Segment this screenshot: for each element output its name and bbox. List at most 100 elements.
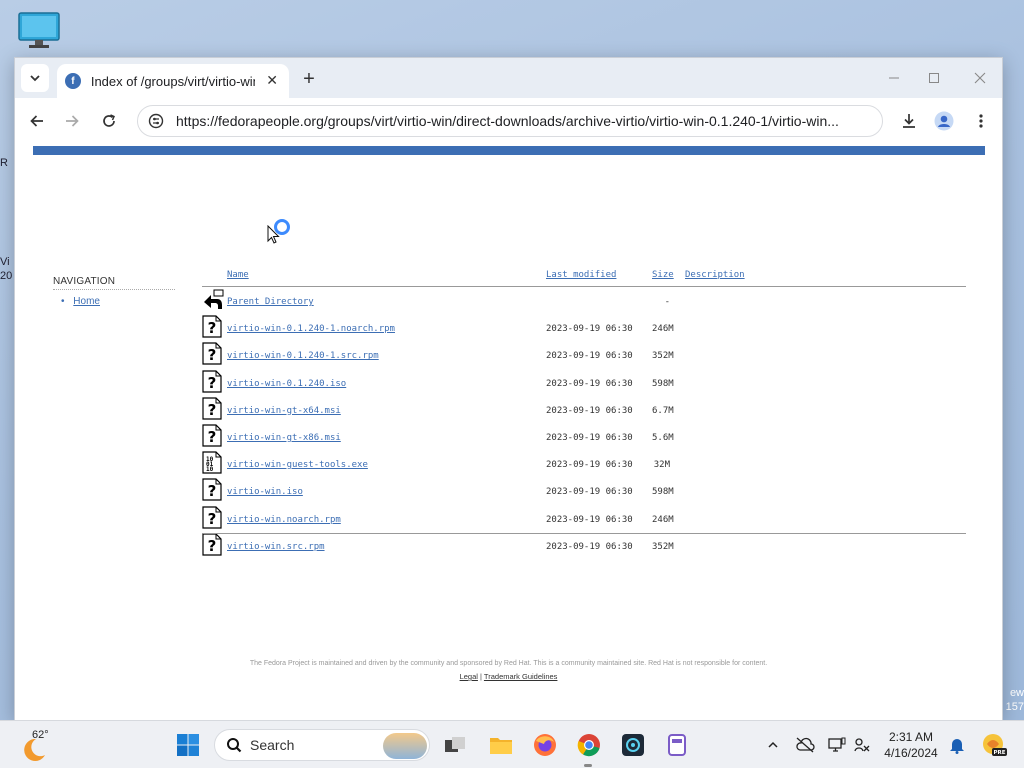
file-link[interactable]: virtio-win-0.1.240-1.src.rpm	[227, 351, 379, 361]
file-size: 598M	[652, 487, 674, 498]
file-modified: 2023-09-19 06:30	[546, 487, 633, 498]
running-app-indicator	[584, 764, 592, 767]
avatar-icon	[934, 111, 954, 131]
file-size: 246M	[652, 324, 674, 335]
footer-separator: |	[480, 672, 482, 681]
forward-button[interactable]	[58, 107, 86, 135]
tab-close-icon[interactable]: ✕	[263, 72, 281, 90]
notifications-button[interactable]	[946, 734, 968, 756]
back-arrow-icon	[202, 288, 224, 311]
list-item: ? virtio-win-gt-x86.msi 2023-09-19 06:30…	[202, 424, 966, 451]
home-link[interactable]: Home	[73, 296, 100, 307]
chrome-button[interactable]	[575, 731, 603, 759]
file-explorer-button[interactable]	[487, 731, 515, 759]
file-link[interactable]: virtio-win.noarch.rpm	[227, 515, 341, 525]
clock[interactable]: 2:31 AM 4/16/2024	[878, 729, 944, 761]
search-icon	[227, 738, 242, 753]
arrow-left-icon	[30, 115, 43, 127]
svg-text:?: ?	[208, 319, 217, 337]
file-modified: 2023-09-19 06:30	[546, 541, 633, 552]
network-volume-button[interactable]	[851, 734, 873, 756]
directory-listing: Name Last modified Size Description Pare…	[202, 267, 966, 556]
bullet-icon: •	[61, 296, 65, 307]
svg-text:?: ?	[208, 510, 217, 528]
sort-by-description-link[interactable]: Description	[685, 270, 745, 280]
profile-button[interactable]	[930, 107, 958, 135]
header-bar	[33, 146, 985, 155]
task-view-icon	[445, 737, 465, 752]
page-viewport: NAVIGATION • Home Name Last modified Siz…	[15, 143, 1002, 721]
start-button[interactable]	[174, 731, 202, 759]
onedrive-button[interactable]	[794, 734, 816, 756]
url-text: https://fedorapeople.org/groups/virt/vir…	[176, 113, 839, 129]
back-button[interactable]	[23, 107, 51, 135]
kebab-menu-icon	[979, 114, 983, 128]
firefox-button[interactable]	[531, 731, 559, 759]
file-link[interactable]: virtio-win-guest-tools.exe	[227, 460, 368, 470]
file-size: -	[664, 297, 670, 307]
clock-date: 4/16/2024	[884, 746, 938, 760]
listing-rows: Parent Directory - ? virtio-win-0.1.240-…	[202, 288, 966, 560]
parent-directory-link[interactable]: Parent Directory	[227, 297, 314, 307]
display-settings-button[interactable]	[826, 734, 848, 756]
address-bar[interactable]: https://fedorapeople.org/groups/virt/vir…	[137, 105, 883, 137]
cloud-offline-icon	[796, 737, 815, 753]
list-item: ? virtio-win-0.1.240.iso 2023-09-19 06:3…	[202, 369, 966, 397]
search-label: Search	[250, 737, 295, 753]
browser-toolbar: https://fedorapeople.org/groups/virt/vir…	[15, 98, 1002, 143]
browser-menu-button[interactable]	[967, 107, 995, 135]
maximize-button[interactable]	[919, 66, 949, 90]
minimize-button[interactable]	[879, 66, 909, 90]
svg-text:10: 10	[206, 466, 214, 473]
clock-time: 2:31 AM	[888, 730, 934, 744]
file-link[interactable]: virtio-win-0.1.240.iso	[227, 379, 346, 389]
this-pc-desktop-icon[interactable]	[17, 12, 61, 50]
file-link[interactable]: virtio-win-gt-x64.msi	[227, 406, 341, 416]
taskbar-search[interactable]: Search	[214, 729, 430, 761]
tab-strip: f Index of /groups/virt/virtio-win ✕ +	[15, 58, 1002, 98]
legal-link[interactable]: Legal	[460, 672, 478, 681]
chrome-icon	[577, 734, 600, 757]
task-view-button[interactable]	[441, 731, 469, 759]
file-modified: 2023-09-19 06:30	[546, 324, 633, 335]
arrow-right-icon	[66, 115, 79, 127]
sort-by-modified-link[interactable]: Last modified	[546, 270, 616, 280]
reload-button[interactable]	[95, 107, 123, 135]
unknown-file-icon: ?	[202, 397, 222, 420]
file-link[interactable]: virtio-win.src.rpm	[227, 542, 325, 552]
file-size: 32M	[653, 460, 670, 471]
app-button[interactable]	[663, 731, 691, 759]
file-modified: 2023-09-19 06:30	[546, 405, 633, 416]
parent-directory-row: Parent Directory -	[202, 288, 966, 315]
footer-links: Legal | Trademark Guidelines	[15, 672, 1002, 681]
chevron-down-icon	[29, 69, 41, 88]
svg-text:?: ?	[208, 537, 217, 555]
navigation-heading: NAVIGATION	[53, 276, 175, 290]
site-info-icon[interactable]	[140, 105, 172, 137]
search-highlight-icon	[383, 733, 427, 759]
sort-by-size-link[interactable]: Size	[652, 270, 674, 280]
download-icon	[903, 114, 915, 128]
app-button[interactable]	[619, 731, 647, 759]
new-tab-button[interactable]: +	[297, 67, 321, 91]
footer-text: The Fedora Project is maintained and dri…	[249, 660, 768, 667]
svg-text:?: ?	[208, 428, 217, 446]
footer-divider	[202, 533, 966, 534]
unknown-file-icon: ?	[202, 342, 222, 365]
bell-icon	[950, 739, 964, 754]
header-divider	[202, 286, 966, 287]
trademark-guidelines-link[interactable]: Trademark Guidelines	[484, 672, 558, 681]
downloads-button[interactable]	[895, 107, 923, 135]
chevron-up-icon	[768, 741, 778, 748]
show-hidden-icons-button[interactable]	[762, 734, 784, 756]
file-link[interactable]: virtio-win-gt-x86.msi	[227, 433, 341, 443]
file-size: 5.6M	[652, 432, 674, 443]
file-link[interactable]: virtio-win.iso	[227, 487, 303, 497]
close-window-button[interactable]	[965, 66, 995, 90]
svg-text:?: ?	[208, 346, 217, 364]
tab-active[interactable]: f Index of /groups/virt/virtio-win ✕	[57, 64, 289, 98]
tab-search-button[interactable]	[21, 64, 49, 92]
sort-by-name-link[interactable]: Name	[227, 270, 249, 280]
file-link[interactable]: virtio-win-0.1.240-1.noarch.rpm	[227, 324, 395, 334]
copilot-preview-button[interactable]: PRE	[981, 732, 1007, 758]
